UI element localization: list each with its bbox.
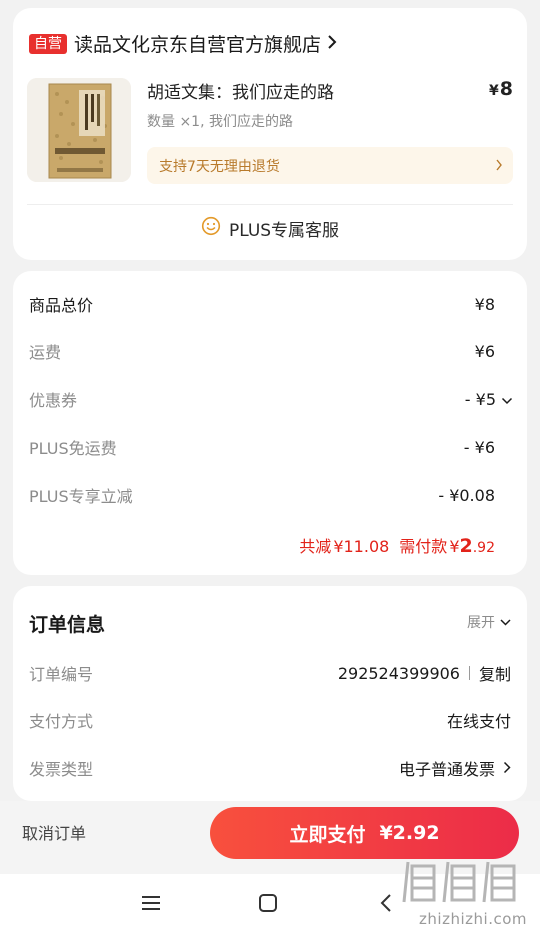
watermark-domain: zhizhizhi.com (419, 910, 527, 928)
expand-button[interactable]: 展开 (467, 612, 511, 632)
pay-now-label: 立即支付 (289, 823, 366, 846)
chevron-right-icon (327, 34, 337, 54)
pay-now-button[interactable]: 立即支付 ¥2.92 (210, 807, 519, 859)
product-cover-image[interactable] (27, 78, 131, 182)
invoice-type-value: 电子普通发票 (398, 760, 495, 779)
smile-face-icon (201, 216, 221, 240)
chevron-down-icon (500, 614, 511, 630)
price-row-value: - ¥6 (463, 437, 495, 457)
price-row-shipping: 运费 ¥6 (29, 339, 495, 363)
price-details-card: 商品总价 ¥8 运费 ¥6 优惠券 - ¥5 PLUS免运费 - ¥6 PLUS… (13, 271, 527, 575)
total-discount-label: 共减 (299, 537, 332, 556)
order-row-label: 订单编号 (29, 665, 94, 684)
divider (468, 666, 470, 680)
cancel-order-button[interactable]: 取消订单 (22, 820, 86, 844)
price-row-plus-discount: PLUS专享立减 - ¥0.08 (29, 483, 495, 507)
self-operated-badge: 自营 (29, 33, 67, 54)
price-row-value: ¥8 (474, 294, 495, 314)
chevron-down-icon (501, 390, 513, 409)
pay-now-amount: ¥2.92 (379, 822, 440, 844)
price-row-label: PLUS免运费 (29, 439, 117, 458)
price-row-label: 运费 (29, 343, 62, 362)
store-card: 自营 读品文化京东自营官方旗舰店 胡适文集：我们应走的路 ¥8 数量 ×1, 我… (13, 8, 527, 260)
plus-service-label: PLUS专属客服 (228, 220, 340, 241)
payment-method-value: 在线支付 (446, 712, 511, 731)
total-discount-value: ¥11.08 (333, 537, 390, 556)
price-summary: 共减 ¥11.08 需付款 ¥2.92 (299, 533, 495, 557)
back-icon[interactable] (376, 892, 398, 918)
price-row-value: - ¥0.08 (438, 485, 495, 505)
payment-method-row: 支付方式 在线支付 (29, 708, 511, 732)
price-currency: ¥ (489, 83, 499, 99)
product-spec: 数量 ×1, 我们应走的路 (147, 114, 293, 130)
price-row-label: 优惠券 (29, 391, 78, 410)
plus-service-button[interactable]: PLUS专属客服 (13, 216, 527, 241)
order-row-label: 支付方式 (29, 712, 94, 731)
payable-integer: 2 (459, 535, 473, 557)
invoice-type-row[interactable]: 发票类型 电子普通发票 (29, 756, 511, 780)
order-info-card: 订单信息 展开 订单编号 292524399906 复制 支付方式 在线支付 发… (13, 586, 527, 801)
store-name[interactable]: 读品文化京东自营官方旗舰店 (74, 30, 321, 57)
coupon-value[interactable]: - ¥5 (465, 390, 513, 409)
product-price: ¥8 (489, 78, 513, 100)
order-number: 292524399906 (337, 663, 460, 683)
chevron-right-icon (503, 759, 511, 778)
price-row-subtotal: 商品总价 ¥8 (29, 292, 495, 316)
home-icon[interactable] (257, 892, 279, 918)
expand-label: 展开 (467, 615, 495, 631)
payable-decimal: .92 (472, 540, 495, 556)
price-row-value: - ¥5 (464, 389, 496, 409)
divider (27, 204, 513, 205)
payable-currency: ¥ (449, 537, 460, 556)
return-policy-strip[interactable]: 支持7天无理由退货 (147, 147, 513, 184)
price-value: 8 (499, 78, 513, 100)
price-row-label: 商品总价 (29, 296, 94, 315)
price-row-value: ¥6 (474, 341, 495, 361)
price-row-coupon[interactable]: 优惠券 - ¥5 (29, 387, 513, 411)
store-header[interactable]: 自营 读品文化京东自营官方旗舰店 (29, 30, 337, 57)
price-row-label: PLUS专享立减 (29, 487, 133, 506)
price-row-plus-free-shipping: PLUS免运费 - ¥6 (29, 435, 495, 459)
order-info-title: 订单信息 (29, 614, 106, 636)
order-number-row: 订单编号 292524399906 复制 (29, 661, 511, 685)
copy-button[interactable]: 复制 (479, 661, 511, 685)
payable-label: 需付款 (399, 537, 448, 556)
order-row-label: 发票类型 (29, 760, 94, 779)
menu-icon[interactable] (140, 892, 162, 918)
chevron-right-icon (495, 156, 503, 175)
return-policy-text: 支持7天无理由退货 (159, 158, 280, 175)
product-title[interactable]: 胡适文集：我们应走的路 (147, 78, 334, 103)
